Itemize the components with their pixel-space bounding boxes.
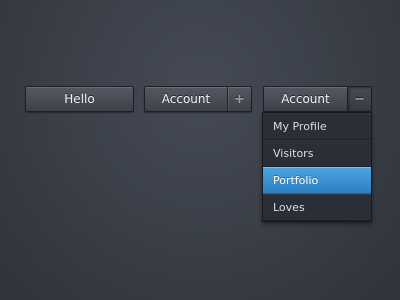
menu-item-visitors[interactable]: Visitors <box>263 140 371 167</box>
account-button[interactable]: Account <box>145 87 227 111</box>
plus-icon[interactable]: + <box>227 87 251 111</box>
menu-item-loves[interactable]: Loves <box>263 194 371 221</box>
menu-item-portfolio[interactable]: Portfolio <box>263 167 371 194</box>
menu-item-my-profile[interactable]: My Profile <box>263 113 371 140</box>
account-dropdown-split-button: Account − <box>263 86 372 112</box>
minus-icon[interactable]: − <box>347 87 371 111</box>
account-dropdown-menu: My Profile Visitors Portfolio Loves <box>262 112 372 222</box>
account-button-label: Account <box>161 92 211 106</box>
account-dropdown-button[interactable]: Account <box>264 87 347 111</box>
hello-button-label: Hello <box>64 92 95 106</box>
hello-button[interactable]: Hello <box>25 86 134 112</box>
account-split-button: Account + <box>144 86 252 112</box>
account-dropdown-button-label: Account <box>281 92 330 106</box>
